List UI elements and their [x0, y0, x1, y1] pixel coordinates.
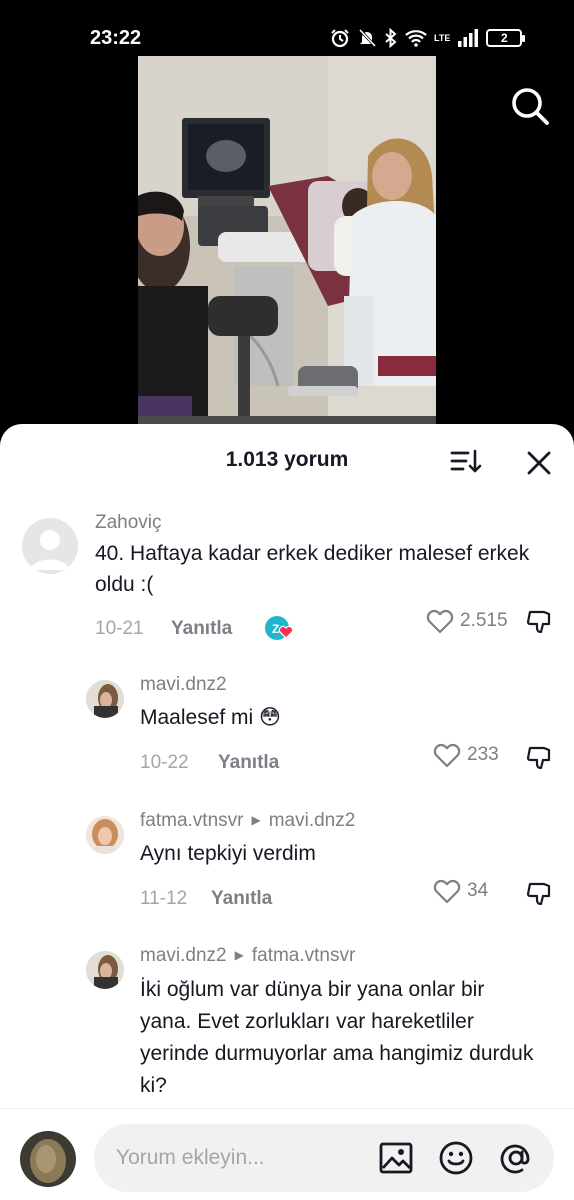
reply-target[interactable]: fatma.vtnsvr	[252, 945, 355, 966]
status-bar: 23:22 LTE 2	[0, 0, 574, 56]
at-icon[interactable]	[498, 1140, 534, 1176]
comment-username[interactable]: Zahoviç	[95, 512, 162, 534]
svg-text:Z: Z	[272, 622, 279, 636]
comment-input-bar	[0, 1108, 574, 1200]
reply-target[interactable]: mavi.dnz2	[269, 810, 356, 831]
mute-bell-icon	[358, 28, 377, 48]
alarm-icon	[331, 29, 349, 48]
reply-arrow-icon: ▶	[234, 948, 244, 962]
like-count: 34	[467, 880, 489, 901]
search-icon[interactable]	[508, 84, 552, 128]
thumbs-down-icon[interactable]	[526, 880, 554, 908]
close-icon[interactable]	[526, 450, 552, 476]
signal-icon	[458, 29, 479, 47]
reply-button[interactable]: Yanıtla	[171, 618, 232, 640]
avatar[interactable]	[86, 951, 124, 989]
creator-liked-badge-icon: Z	[265, 616, 294, 640]
sort-icon[interactable]	[450, 448, 482, 476]
like-count: 2.515	[460, 610, 508, 631]
heart-icon	[426, 609, 454, 634]
like-button[interactable]: 233	[433, 742, 499, 768]
image-icon[interactable]	[378, 1140, 414, 1176]
comment-input[interactable]	[116, 1143, 366, 1173]
comment-username[interactable]: fatma.vtnsvr ▶ mavi.dnz2	[140, 810, 355, 832]
thumbs-down-icon[interactable]	[526, 744, 554, 772]
avatar[interactable]	[86, 816, 124, 854]
heart-icon	[433, 743, 461, 768]
volte-icon: LTE	[434, 32, 451, 43]
reply-arrow-icon: ▶	[251, 813, 261, 827]
status-time: 23:22	[90, 27, 142, 49]
video-player[interactable]	[0, 56, 574, 436]
sheet-header: 1.013 yorum	[0, 424, 574, 498]
like-button[interactable]: 34	[433, 878, 488, 904]
comment-item: Zahoviç 40. Haftaya kadar erkek dediker …	[0, 508, 574, 648]
reply-button[interactable]: Yanıtla	[211, 888, 272, 910]
comment-date: 10-21	[95, 618, 144, 639]
comment-date: 10-22	[140, 752, 189, 773]
like-button[interactable]: 2.515	[426, 608, 508, 634]
comment-count-title: 1.013 yorum	[225, 448, 349, 471]
comment-text: Maalesef mi 😳	[140, 706, 281, 729]
avatar[interactable]	[22, 518, 78, 574]
my-avatar[interactable]	[20, 1131, 76, 1187]
comment-input-container[interactable]	[94, 1124, 554, 1192]
wifi-icon	[405, 30, 427, 47]
comment-text: Aynı tepkiyi verdim	[140, 842, 316, 865]
like-count: 233	[467, 744, 499, 765]
comment-reply-item: mavi.dnz2 ▶ fatma.vtnsvr İki oğlum var dün…	[0, 945, 574, 1125]
status-icons: LTE 2	[330, 26, 526, 50]
thumbs-down-icon[interactable]	[526, 608, 554, 636]
avatar[interactable]	[86, 680, 124, 718]
video-thumbnail[interactable]	[138, 56, 436, 428]
heart-icon	[433, 879, 461, 904]
comment-username[interactable]: mavi.dnz2	[140, 674, 227, 696]
reply-author[interactable]: fatma.vtnsvr	[140, 810, 243, 831]
emoji-icon[interactable]	[438, 1140, 474, 1176]
comment-reply-item: fatma.vtnsvr ▶ mavi.dnz2 Aynı tepkiyi verd…	[0, 810, 574, 920]
bluetooth-icon	[385, 28, 397, 48]
comment-date: 11-12	[140, 888, 188, 909]
comments-sheet: 1.013 yorum Zahoviç 40. Haftaya kadar er…	[0, 424, 574, 1200]
comment-text: 40. Haftaya kadar erkek dediker malesef …	[95, 542, 530, 596]
comment-reply-item: mavi.dnz2 Maalesef mi 😳 10-22 Yanıtla 23…	[0, 674, 574, 784]
comment-text: İki oğlum var dünya bir yana onlar bir y…	[140, 978, 534, 1097]
reply-author[interactable]: mavi.dnz2	[140, 945, 227, 966]
battery-icon: 2	[486, 29, 526, 47]
comment-username[interactable]: mavi.dnz2 ▶ fatma.vtnsvr	[140, 945, 355, 967]
reply-button[interactable]: Yanıtla	[218, 752, 279, 774]
